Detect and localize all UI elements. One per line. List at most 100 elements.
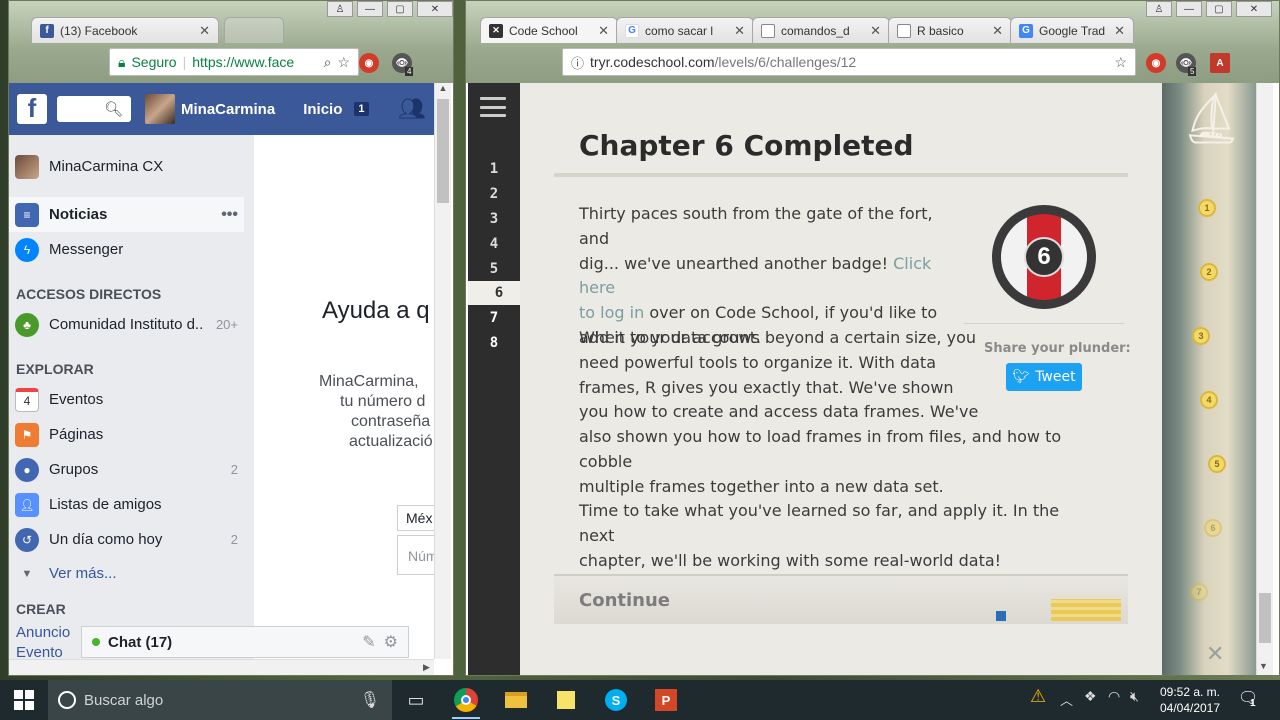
tab-code-school[interactable]: ✕ Code School ✕ bbox=[480, 17, 618, 43]
close-tab-icon[interactable]: ✕ bbox=[199, 23, 210, 39]
file-explorer-icon[interactable] bbox=[500, 684, 532, 716]
nav-see-more[interactable]: ▼ Ver más... bbox=[9, 556, 244, 591]
close-tab-icon[interactable]: ✕ bbox=[870, 23, 881, 39]
close-tab-icon[interactable]: ✕ bbox=[598, 23, 609, 39]
country-select[interactable]: Méx bbox=[397, 505, 437, 531]
map-marker[interactable]: 7 bbox=[1190, 583, 1208, 601]
nav-friend-lists[interactable]: 👤︎ Listas de amigos bbox=[9, 487, 244, 522]
continue-button[interactable]: Continue bbox=[554, 574, 1128, 624]
maximize-button[interactable]: ▢ bbox=[1206, 1, 1232, 17]
chapter-badge: 6 bbox=[992, 205, 1096, 309]
level-link[interactable]: 8 bbox=[468, 331, 520, 355]
powerpoint-icon[interactable]: P bbox=[650, 684, 682, 716]
adblock-extension-icon[interactable]: ◉ bbox=[359, 53, 379, 73]
facebook-logo-icon[interactable]: f bbox=[17, 94, 47, 124]
bookmark-star-icon[interactable]: ☆ bbox=[337, 54, 350, 71]
minimize-button[interactable]: — bbox=[357, 1, 383, 17]
search-icon[interactable]: 🔍︎ bbox=[104, 100, 123, 118]
address-bar[interactable]: 🔒︎ Seguro | https://www.face ⌕ ☆ bbox=[109, 48, 359, 76]
nav-groups[interactable]: ● Grupos 2 bbox=[9, 452, 244, 487]
skype-icon[interactable]: S bbox=[600, 684, 632, 716]
nav-pages[interactable]: ⚑ Páginas bbox=[9, 417, 244, 452]
facebook-scrollbar[interactable]: ▲ bbox=[434, 83, 451, 659]
microphone-icon[interactable]: 🎙︎ bbox=[360, 690, 380, 710]
adblock-extension-icon[interactable]: ◉ bbox=[1146, 53, 1166, 73]
tab-facebook[interactable]: f (13) Facebook ✕ bbox=[31, 17, 219, 43]
nav-profile[interactable]: MinaCarmina CX bbox=[9, 149, 244, 184]
nav-community-group[interactable]: ♣ Comunidad Instituto d.. 20+ bbox=[9, 307, 244, 342]
profile-link[interactable]: MinaCarmina bbox=[145, 94, 275, 124]
level-link[interactable]: 2 bbox=[468, 182, 520, 206]
wifi-icon[interactable]: ◠ bbox=[1108, 688, 1120, 705]
user-icon[interactable]: ♙ bbox=[327, 1, 353, 17]
maximize-button[interactable]: ▢ bbox=[387, 1, 413, 17]
level-link[interactable]: 3 bbox=[468, 207, 520, 231]
map-marker[interactable]: 6 bbox=[1204, 519, 1222, 537]
google-favicon-icon: G bbox=[625, 23, 639, 38]
home-link[interactable]: Inicio 1 bbox=[303, 101, 369, 118]
zoom-icon[interactable]: ⌕ bbox=[324, 54, 332, 71]
tab-google-search[interactable]: G como sacar l ✕ bbox=[616, 17, 754, 43]
level-link[interactable]: 1 bbox=[468, 157, 520, 181]
friend-requests-icon[interactable]: 👥︎ bbox=[398, 96, 426, 122]
scroll-right-arrow[interactable]: ▶ bbox=[423, 662, 430, 673]
tweet-button[interactable]: 🐦︎ Tweet bbox=[1006, 363, 1082, 391]
page-scrollbar[interactable]: ▼ bbox=[1256, 83, 1273, 675]
close-tab-icon[interactable]: ✕ bbox=[1114, 23, 1125, 39]
close-tab-icon[interactable]: ✕ bbox=[734, 23, 745, 39]
map-marker[interactable]: 2 bbox=[1200, 263, 1218, 281]
level-link[interactable]: 7 bbox=[468, 306, 520, 330]
task-view-icon[interactable]: ▭ bbox=[400, 684, 432, 716]
facebook-search-input[interactable]: 🔍︎ bbox=[57, 96, 131, 122]
horizontal-scrollbar[interactable]: ▶ bbox=[9, 659, 434, 675]
scrollbar-thumb[interactable] bbox=[1259, 593, 1271, 643]
ship-icon: ⛵︎ bbox=[1180, 90, 1244, 146]
more-options-icon[interactable]: ••• bbox=[221, 206, 244, 224]
sticky-notes-icon[interactable] bbox=[550, 684, 582, 716]
map-marker[interactable]: 3 bbox=[1192, 327, 1210, 345]
login-link[interactable]: to log in bbox=[579, 303, 644, 322]
map-marker[interactable]: 1 bbox=[1198, 199, 1216, 217]
scrollbar-thumb[interactable] bbox=[437, 99, 449, 203]
clock[interactable]: 09:52 a. m. 04/04/2017 bbox=[1155, 684, 1225, 716]
tab-comandos[interactable]: comandos_d ✕ bbox=[752, 17, 890, 43]
create-ad-link[interactable]: Anuncio bbox=[16, 624, 70, 641]
nav-memories[interactable]: ↺ Un día como hoy 2 bbox=[9, 522, 244, 557]
volume-muted-icon[interactable]: 🔇︎ bbox=[1130, 688, 1139, 705]
scroll-up-arrow[interactable]: ▲ bbox=[435, 83, 451, 97]
level-link[interactable]: 4 bbox=[468, 232, 520, 256]
user-icon[interactable]: ♙ bbox=[1146, 1, 1172, 17]
windows-start-icon[interactable] bbox=[14, 690, 34, 710]
phone-number-input[interactable]: Núm bbox=[397, 535, 438, 575]
tab-google-translate[interactable]: G Google Trad ✕ bbox=[1010, 17, 1134, 43]
hamburger-menu-icon[interactable] bbox=[480, 97, 506, 117]
map-marker[interactable]: 4 bbox=[1200, 391, 1218, 409]
dropbox-icon[interactable]: ❖ bbox=[1084, 688, 1097, 705]
chevron-up-icon[interactable]: ︿ bbox=[1060, 690, 1073, 709]
warning-icon[interactable]: ⚠ bbox=[1030, 686, 1046, 707]
nav-news-feed[interactable]: ≡ Noticias ••• bbox=[9, 197, 244, 232]
bookmark-star-icon[interactable]: ☆ bbox=[1114, 54, 1127, 71]
minimize-button[interactable]: — bbox=[1176, 1, 1202, 17]
new-tab-button[interactable] bbox=[224, 17, 284, 43]
badge-emblem: 6 bbox=[1001, 214, 1087, 300]
scroll-down-arrow[interactable]: ▼ bbox=[1259, 661, 1268, 671]
nav-events[interactable]: 4 Eventos bbox=[9, 382, 244, 417]
close-window-button[interactable]: ✕ bbox=[417, 1, 453, 17]
gear-icon[interactable]: ⚙ bbox=[384, 632, 408, 652]
address-bar[interactable]: ⓘ tryr.codeschool.com/levels/6/challenge… bbox=[562, 48, 1136, 76]
compose-icon[interactable]: ✎ bbox=[362, 632, 375, 652]
text-line: chapter, we'll be working with some real… bbox=[579, 550, 1002, 570]
level-link[interactable]: 5 bbox=[468, 257, 520, 281]
info-icon[interactable]: ⓘ bbox=[571, 53, 584, 72]
chrome-taskbar-icon[interactable] bbox=[450, 684, 482, 716]
taskbar-search-box[interactable]: Buscar algo 🎙︎ bbox=[48, 680, 392, 720]
tab-r-basico[interactable]: R basico ✕ bbox=[888, 17, 1012, 43]
map-marker[interactable]: 5 bbox=[1208, 455, 1226, 473]
chat-bar[interactable]: Chat (17) ✎ ⚙ bbox=[81, 626, 409, 658]
close-window-button[interactable]: ✕ bbox=[1236, 1, 1272, 17]
close-tab-icon[interactable]: ✕ bbox=[992, 23, 1003, 39]
nav-messenger[interactable]: ϟ Messenger bbox=[9, 232, 244, 267]
nav-count: 20+ bbox=[215, 317, 238, 332]
pdf-extension-icon[interactable]: A bbox=[1210, 53, 1230, 73]
